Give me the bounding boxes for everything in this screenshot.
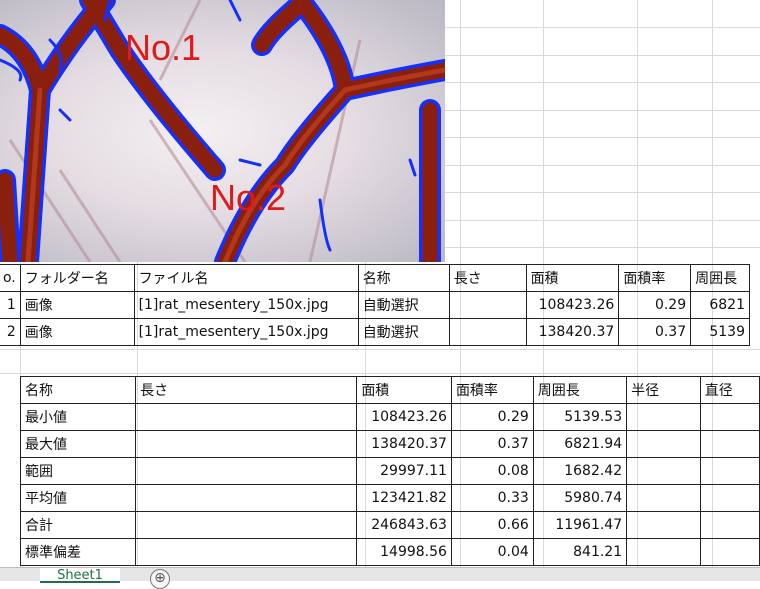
statistics-header-row: 名称 長さ 面積 面積率 周囲長 半径 直径: [19, 376, 760, 404]
cell[interactable]: 29997.11: [356, 457, 452, 485]
cell[interactable]: 平均値: [19, 484, 137, 512]
cell[interactable]: [699, 457, 760, 485]
header-perimeter[interactable]: 周囲長: [532, 376, 628, 404]
cell[interactable]: 自動選択: [357, 318, 450, 346]
cell[interactable]: [1]rat_mesentery_150x.jpg: [133, 318, 359, 346]
cell[interactable]: [448, 291, 527, 319]
cell[interactable]: 123421.82: [356, 484, 452, 512]
cell[interactable]: [699, 430, 760, 458]
cell[interactable]: [699, 484, 760, 512]
table-row: 2 画像 [1]rat_mesentery_150x.jpg 自動選択 1384…: [0, 318, 750, 346]
cell[interactable]: [135, 457, 358, 485]
header-length[interactable]: 長さ: [135, 376, 358, 404]
table-row: 合計 246843.63 0.66 11961.47: [19, 511, 760, 539]
cell[interactable]: 108423.26: [525, 291, 620, 319]
cell[interactable]: [699, 538, 760, 566]
header-diameter[interactable]: 直径: [699, 376, 760, 404]
cell[interactable]: 画像: [19, 291, 135, 319]
results-header-row: o. フォルダー名 ファイル名 名称 長さ 面積 面積率 周囲長: [0, 264, 750, 292]
header-file[interactable]: ファイル名: [133, 264, 359, 292]
cell[interactable]: 138420.37: [525, 318, 620, 346]
header-radius[interactable]: 半径: [626, 376, 701, 404]
sheet-tab-bar: Sheet1 ⊕: [0, 567, 760, 589]
results-table: o. フォルダー名 ファイル名 名称 長さ 面積 面積率 周囲長 1 画像 [1…: [0, 264, 750, 346]
header-no[interactable]: o.: [0, 264, 21, 292]
cell[interactable]: 2: [0, 318, 21, 346]
cell[interactable]: [626, 430, 701, 458]
statistics-table: 名称 長さ 面積 面積率 周囲長 半径 直径 最小値 108423.26 0.2…: [19, 376, 760, 566]
cell[interactable]: [135, 484, 358, 512]
cell[interactable]: [699, 403, 760, 431]
cell[interactable]: 246843.63: [356, 511, 452, 539]
vessel-label-2: No.2: [210, 177, 286, 218]
cell[interactable]: 0.66: [450, 511, 534, 539]
cell[interactable]: 0.29: [450, 403, 534, 431]
cell[interactable]: 最大値: [19, 430, 137, 458]
header-area[interactable]: 面積: [356, 376, 452, 404]
header-name[interactable]: 名称: [357, 264, 450, 292]
cell[interactable]: [135, 430, 358, 458]
cell[interactable]: 138420.37: [356, 430, 452, 458]
cell[interactable]: 6821: [690, 291, 750, 319]
table-row: 標準偏差 14998.56 0.04 841.21: [19, 538, 760, 566]
cell[interactable]: 0.33: [450, 484, 534, 512]
mesentery-image[interactable]: No.1 No.2: [0, 0, 445, 262]
cell[interactable]: 合計: [19, 511, 137, 539]
cell[interactable]: 108423.26: [356, 403, 452, 431]
cell[interactable]: 841.21: [532, 538, 628, 566]
cell[interactable]: [626, 403, 701, 431]
cell[interactable]: [699, 511, 760, 539]
cell[interactable]: [626, 484, 701, 512]
cell[interactable]: 範囲: [19, 457, 137, 485]
header-length[interactable]: 長さ: [448, 264, 527, 292]
header-area-ratio[interactable]: 面積率: [450, 376, 534, 404]
vessel-image-svg: No.1 No.2: [0, 0, 445, 262]
cell[interactable]: 14998.56: [356, 538, 452, 566]
header-area[interactable]: 面積: [525, 264, 620, 292]
table-row: 範囲 29997.11 0.08 1682.42: [19, 457, 760, 485]
cell[interactable]: 最小値: [19, 403, 137, 431]
cell[interactable]: 11961.47: [532, 511, 628, 539]
header-perimeter[interactable]: 周囲長: [690, 264, 750, 292]
cell[interactable]: [448, 318, 527, 346]
header-name[interactable]: 名称: [19, 376, 137, 404]
cell[interactable]: 自動選択: [357, 291, 450, 319]
table-row: 平均値 123421.82 0.33 5980.74: [19, 484, 760, 512]
table-row: 1 画像 [1]rat_mesentery_150x.jpg 自動選択 1084…: [0, 291, 750, 319]
cell[interactable]: 標準偏差: [19, 538, 137, 566]
cell[interactable]: [135, 511, 358, 539]
cell[interactable]: [135, 538, 358, 566]
cell[interactable]: 6821.94: [532, 430, 628, 458]
cell[interactable]: 1: [0, 291, 21, 319]
cell[interactable]: 0.37: [618, 318, 692, 346]
header-area-ratio[interactable]: 面積率: [618, 264, 692, 292]
vessel-label-1: No.1: [125, 27, 201, 68]
cell[interactable]: 5139.53: [532, 403, 628, 431]
cell[interactable]: 画像: [19, 318, 135, 346]
cell[interactable]: 0.29: [618, 291, 692, 319]
cell[interactable]: [626, 457, 701, 485]
cell[interactable]: 0.04: [450, 538, 534, 566]
cell[interactable]: [1]rat_mesentery_150x.jpg: [133, 291, 359, 319]
sheet-tab-sheet1[interactable]: Sheet1: [40, 568, 120, 583]
cell[interactable]: 0.08: [450, 457, 534, 485]
cell[interactable]: [626, 538, 701, 566]
add-sheet-icon[interactable]: ⊕: [150, 569, 170, 589]
cell[interactable]: 5139: [690, 318, 750, 346]
cell[interactable]: [135, 403, 358, 431]
cell[interactable]: 1682.42: [532, 457, 628, 485]
header-folder[interactable]: フォルダー名: [19, 264, 135, 292]
table-row: 最大値 138420.37 0.37 6821.94: [19, 430, 760, 458]
table-row: 最小値 108423.26 0.29 5139.53: [19, 403, 760, 431]
cell[interactable]: [626, 511, 701, 539]
cell[interactable]: 5980.74: [532, 484, 628, 512]
cell[interactable]: 0.37: [450, 430, 534, 458]
